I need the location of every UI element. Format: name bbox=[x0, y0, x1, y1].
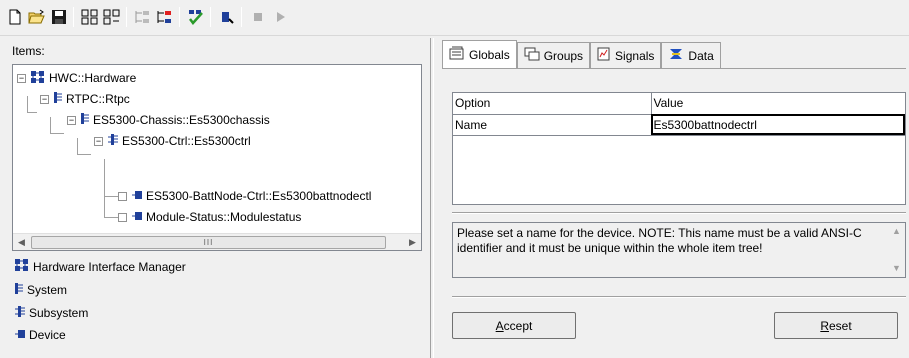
tree-item-rtpc[interactable]: − RTPC::Rtpc bbox=[40, 89, 130, 109]
data-icon bbox=[668, 47, 684, 64]
scroll-left-icon[interactable]: ◀ bbox=[13, 234, 30, 250]
collapse-icon[interactable]: − bbox=[94, 136, 103, 146]
scroll-up-icon[interactable]: ▲ bbox=[888, 223, 905, 240]
tab-label: Data bbox=[688, 48, 714, 63]
globals-icon bbox=[449, 46, 465, 63]
item-tree[interactable]: − HWC::Hardware − RTPC::Rtpc − ES5300-Ch… bbox=[12, 64, 422, 251]
signals-icon bbox=[597, 47, 611, 64]
tab-label: Globals bbox=[469, 47, 510, 62]
reset-button[interactable]: Reset bbox=[774, 312, 898, 339]
check-icon[interactable] bbox=[185, 6, 207, 28]
options-grid[interactable]: Option Value Name Es5300battnodectrl bbox=[452, 92, 906, 205]
save-icon[interactable] bbox=[48, 6, 70, 28]
hardware-interface-icon bbox=[30, 70, 46, 87]
column-header-value: Value bbox=[650, 93, 905, 115]
device-icon bbox=[131, 210, 143, 224]
tree-item-label: RTPC::Rtpc bbox=[66, 92, 130, 106]
reset-label: eset bbox=[828, 318, 852, 333]
legend-label: Device bbox=[29, 328, 66, 342]
collapse-icon[interactable]: − bbox=[40, 94, 49, 104]
accept-button[interactable]: Accept bbox=[452, 312, 576, 339]
scroll-right-icon[interactable]: ▶ bbox=[404, 234, 421, 250]
scroll-down-icon[interactable]: ▼ bbox=[888, 260, 905, 277]
right-panel: Globals Groups Signals Data Option Value bbox=[440, 38, 906, 356]
tab-data[interactable]: Data bbox=[661, 42, 721, 68]
tab-bar: Globals Groups Signals Data bbox=[442, 40, 721, 68]
system-icon bbox=[53, 91, 63, 107]
tab-label: Signals bbox=[615, 48, 655, 63]
separator bbox=[452, 212, 906, 214]
tree-item-label: ES5300-BattNode-Ctrl::Es5300battnodectl bbox=[146, 189, 372, 203]
tree-item-hardware[interactable]: − HWC::Hardware bbox=[17, 68, 136, 88]
tree-item-modulestatus[interactable]: Module-Status::Modulestatus bbox=[118, 207, 301, 227]
tab-label: Groups bbox=[543, 48, 584, 63]
move-down-icon[interactable] bbox=[154, 6, 176, 28]
play-icon bbox=[269, 6, 291, 28]
accept-label: ccept bbox=[503, 318, 533, 333]
legend-subsystem: Subsystem bbox=[14, 305, 88, 321]
subsystem-icon bbox=[14, 305, 26, 321]
tree-item-label: HWC::Hardware bbox=[49, 71, 137, 85]
hardware-interface-icon bbox=[14, 258, 30, 275]
collapse-icon[interactable]: − bbox=[67, 115, 76, 125]
tab-signals[interactable]: Signals bbox=[590, 42, 662, 68]
legend-label: Hardware Interface Manager bbox=[33, 259, 186, 274]
device-icon bbox=[14, 328, 26, 342]
device-icon bbox=[131, 189, 143, 203]
toolbar bbox=[0, 0, 909, 36]
column-header-option: Option bbox=[453, 93, 652, 115]
expand-tree-icon[interactable] bbox=[79, 6, 101, 28]
collapse-icon[interactable]: − bbox=[17, 73, 26, 83]
legend-device: Device bbox=[14, 328, 66, 342]
tree-item-label: ES5300-Ctrl::Es5300ctrl bbox=[122, 134, 251, 148]
legend-label: Subsystem bbox=[29, 306, 89, 320]
separator bbox=[452, 296, 906, 298]
grid-header-row: Option Value bbox=[453, 93, 905, 115]
accept-mnemonic: A bbox=[495, 318, 504, 333]
vertical-scrollbar[interactable]: ▲ ▼ bbox=[888, 223, 905, 277]
checkbox[interactable] bbox=[118, 212, 127, 222]
horizontal-scrollbar[interactable]: ◀ III ▶ bbox=[13, 233, 421, 250]
tree-item-label: Module-Status::Modulestatus bbox=[146, 210, 302, 224]
system-icon bbox=[80, 112, 90, 128]
legend-label: System bbox=[27, 283, 68, 297]
tree-item-ctrl[interactable]: − ES5300-Ctrl::Es5300ctrl bbox=[94, 131, 251, 151]
value-cell[interactable]: Es5300battnodectrl bbox=[650, 113, 905, 136]
tab-groups[interactable]: Groups bbox=[516, 42, 591, 68]
run-icon[interactable] bbox=[216, 6, 238, 28]
stop-icon bbox=[247, 6, 269, 28]
items-label: Items: bbox=[12, 44, 45, 58]
option-cell[interactable]: Name bbox=[453, 113, 652, 136]
open-icon[interactable] bbox=[26, 6, 48, 28]
left-panel: Items: − HWC::Hardware − RTPC::Rtpc − ES… bbox=[6, 38, 424, 356]
legend-hardware-interface-manager: Hardware Interface Manager bbox=[14, 258, 186, 275]
tree-item-battnode[interactable]: ES5300-BattNode-Ctrl::Es5300battnodectl bbox=[118, 186, 371, 206]
subsystem-icon bbox=[107, 133, 119, 149]
description-text: Please set a name for the device. NOTE: … bbox=[457, 226, 862, 255]
checkbox[interactable] bbox=[118, 191, 127, 201]
reset-mnemonic: R bbox=[820, 318, 829, 333]
legend-system: System bbox=[14, 282, 67, 298]
tab-globals[interactable]: Globals bbox=[442, 40, 517, 68]
collapse-tree-icon[interactable] bbox=[101, 6, 123, 28]
tree-item-label: ES5300-Chassis::Es5300chassis bbox=[93, 113, 270, 127]
system-icon bbox=[14, 282, 24, 298]
move-up-icon[interactable] bbox=[132, 6, 154, 28]
tree-item-chassis[interactable]: − ES5300-Chassis::Es5300chassis bbox=[67, 110, 270, 130]
scroll-thumb[interactable]: III bbox=[31, 236, 386, 249]
new-icon[interactable] bbox=[4, 6, 26, 28]
table-row[interactable]: Name Es5300battnodectrl bbox=[453, 113, 905, 136]
panel-splitter[interactable] bbox=[430, 38, 434, 358]
scroll-grip: III bbox=[203, 238, 214, 247]
groups-icon bbox=[524, 47, 540, 64]
description-box: Please set a name for the device. NOTE: … bbox=[452, 222, 906, 278]
